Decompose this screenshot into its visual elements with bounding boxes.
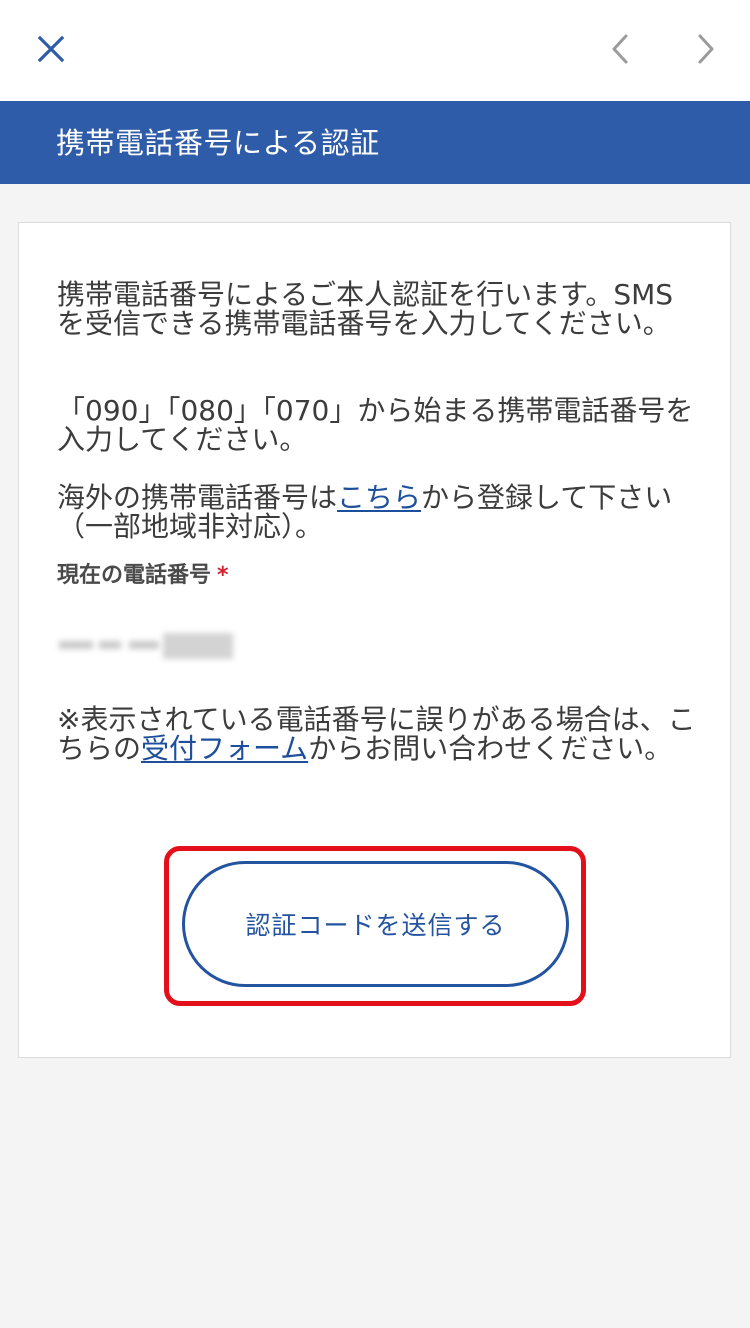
previous-button[interactable] bbox=[598, 24, 642, 74]
close-icon bbox=[37, 35, 65, 63]
required-mark: * bbox=[217, 563, 229, 588]
next-button[interactable] bbox=[684, 24, 728, 74]
page-title-bar: 携帯電話番号による認証 bbox=[0, 101, 750, 184]
current-phone-label: 現在の電話番号 * bbox=[57, 561, 229, 591]
chevron-left-icon bbox=[612, 34, 628, 64]
intro-text: 携帯電話番号によるご本人認証を行います。SMSを受信できる携帯電話番号を入力して… bbox=[57, 278, 674, 340]
current-phone-number-redacted bbox=[59, 627, 234, 661]
chevron-right-icon bbox=[698, 34, 714, 64]
overseas-note: 海外の携帯電話番号はこちらから登録して下さい（一部地域非対応）。 bbox=[57, 483, 697, 541]
close-button[interactable] bbox=[26, 24, 76, 74]
top-nav-bar bbox=[0, 0, 750, 101]
error-note: ※表示されている電話番号に誤りがある場合は、こちらの受付フォームからお問い合わせ… bbox=[57, 705, 697, 763]
verification-card: 携帯電話番号によるご本人認証を行います。SMSを受信できる携帯電話番号を入力して… bbox=[18, 222, 731, 1058]
error-note-text-end: からお問い合わせください。 bbox=[308, 732, 673, 765]
inquiry-form-link[interactable]: 受付フォーム bbox=[141, 732, 308, 765]
page-title: 携帯電話番号による認証 bbox=[56, 126, 380, 160]
overseas-registration-link[interactable]: こちら bbox=[337, 481, 421, 514]
number-format-note: 「090」「080」「070」から始まる携帯電話番号を入力してください。 bbox=[57, 394, 694, 456]
send-verification-code-button[interactable]: 認証コードを送信する bbox=[182, 861, 569, 987]
current-phone-label-text: 現在の電話番号 bbox=[57, 563, 212, 588]
